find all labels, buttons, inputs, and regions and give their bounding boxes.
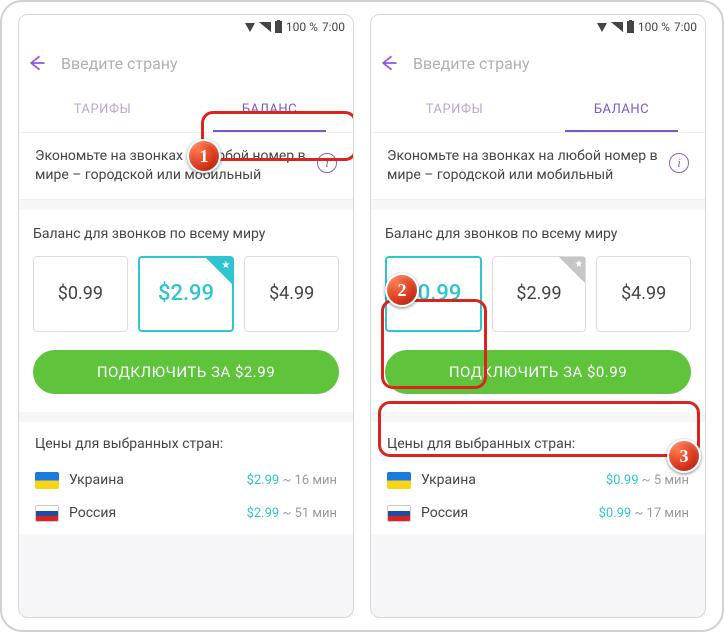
back-icon[interactable]	[27, 53, 47, 73]
price-option-2[interactable]: ★ $2.99	[138, 256, 235, 332]
info-text: Экономьте на звонках на любой номер в ми…	[387, 147, 659, 185]
phone-left: 100 % 7:00 Введите страну ТАРИФЫ БАЛАНС …	[18, 14, 354, 618]
balance-title: Баланс для звонков по всему миру	[33, 226, 339, 242]
flag-ua-icon	[35, 472, 59, 489]
country-price: $2.99 ~ 51 мин	[247, 506, 337, 521]
subscribe-label: ПОДКЛЮЧИТЬ ЗА $2.99	[97, 363, 275, 381]
info-text: Экономьте на звонках на любой номер в ми…	[35, 147, 307, 185]
country-price-hl: $0.99	[606, 473, 639, 488]
price-option-2[interactable]: ★ $2.99	[492, 256, 587, 332]
country-name: Украина	[421, 472, 596, 488]
country-row-ru[interactable]: Россия $2.99 ~ 51 мин	[35, 497, 337, 530]
tab-balance-label: БАЛАНС	[594, 102, 649, 117]
flag-ru-icon	[387, 505, 411, 522]
star-icon: ★	[221, 260, 230, 271]
search-input[interactable]: Введите страну	[61, 54, 178, 73]
info-icon[interactable]: i	[669, 153, 689, 173]
country-name: Украина	[69, 472, 237, 488]
search-input[interactable]: Введите страну	[413, 54, 530, 73]
countries-title: Цены для выбранных стран:	[387, 436, 689, 452]
back-icon[interactable]	[379, 53, 399, 73]
info-icon[interactable]: i	[317, 153, 337, 173]
info-card: Экономьте на звонках на любой номер в ми…	[371, 133, 705, 200]
battery-icon	[275, 21, 282, 33]
tab-plans-label: ТАРИФЫ	[74, 102, 132, 117]
tabs-row: ТАРИФЫ БАЛАНС	[371, 87, 705, 133]
battery-icon	[627, 21, 634, 33]
tab-balance-label: БАЛАНС	[242, 102, 297, 117]
top-bar: Введите страну	[371, 39, 705, 87]
country-name: Россия	[421, 505, 589, 521]
country-price: $2.99 ~ 16 мин	[247, 473, 337, 488]
flag-ua-icon	[387, 472, 411, 489]
countries-card: Цены для выбранных стран: Украина $2.99 …	[19, 422, 353, 534]
subscribe-button[interactable]: ПОДКЛЮЧИТЬ ЗА $0.99	[385, 350, 691, 394]
price-option-3[interactable]: $4.99	[596, 256, 691, 332]
price-row: $0.99 ★ $2.99 $4.99	[33, 256, 339, 332]
clock-text: 7:00	[674, 20, 697, 34]
price-option-1[interactable]: $0.99	[33, 256, 128, 332]
marker-3: 3	[667, 439, 701, 473]
battery-text: 100 %	[286, 20, 318, 34]
price-2-label: $2.99	[516, 283, 561, 304]
wifi-icon	[245, 23, 255, 32]
tabs-row: ТАРИФЫ БАЛАНС	[19, 87, 353, 133]
country-price-hl: $2.99	[247, 506, 280, 521]
marker-1: 1	[187, 139, 221, 173]
country-row-ua[interactable]: Украина $0.99 ~ 5 мин	[387, 464, 689, 497]
price-2-label: $2.99	[158, 281, 214, 306]
clock-text: 7:00	[322, 20, 345, 34]
phone-right: 100 % 7:00 Введите страну ТАРИФЫ БАЛАНС …	[370, 14, 706, 618]
country-price: $0.99 ~ 5 мин	[606, 473, 689, 488]
country-price-tail: ~ 5 мин	[639, 473, 689, 488]
tab-balance[interactable]: БАЛАНС	[186, 87, 353, 132]
price-3-label: $4.99	[621, 283, 666, 304]
countries-title: Цены для выбранных стран:	[35, 436, 337, 452]
signal-icon	[259, 22, 271, 32]
country-price-tail: ~ 16 мин	[279, 473, 337, 488]
subscribe-label: ПОДКЛЮЧИТЬ ЗА $0.99	[449, 363, 627, 381]
price-3-label: $4.99	[269, 283, 314, 304]
battery-text: 100 %	[638, 20, 670, 34]
subscribe-button[interactable]: ПОДКЛЮЧИТЬ ЗА $2.99	[33, 350, 339, 394]
country-row-ua[interactable]: Украина $2.99 ~ 16 мин	[35, 464, 337, 497]
flag-ru-icon	[35, 505, 59, 522]
status-bar: 100 % 7:00	[371, 15, 705, 39]
signal-icon	[611, 22, 623, 32]
marker-2: 2	[385, 273, 419, 307]
price-1-label: $0.99	[58, 283, 103, 304]
top-bar: Введите страну	[19, 39, 353, 87]
price-option-3[interactable]: $4.99	[244, 256, 339, 332]
country-name: Россия	[69, 505, 237, 521]
country-price-hl: $2.99	[247, 473, 280, 488]
wifi-icon	[597, 23, 607, 32]
tab-plans[interactable]: ТАРИФЫ	[19, 87, 186, 132]
balance-card: Баланс для звонков по всему миру $0.99 ★…	[371, 210, 705, 412]
phones-container: 100 % 7:00 Введите страну ТАРИФЫ БАЛАНС …	[18, 14, 706, 618]
balance-card: Баланс для звонков по всему миру $0.99 ★…	[19, 210, 353, 412]
status-bar: 100 % 7:00	[19, 15, 353, 39]
info-card: Экономьте на звонках на любой номер в ми…	[19, 133, 353, 200]
tab-plans[interactable]: ТАРИФЫ	[371, 87, 538, 132]
countries-card: Цены для выбранных стран: Украина $0.99 …	[371, 422, 705, 534]
country-row-ru[interactable]: Россия $0.99 ~ 17 мин	[387, 497, 689, 530]
country-price: $0.99 ~ 17 мин	[599, 506, 689, 521]
country-price-tail: ~ 17 мин	[631, 506, 689, 521]
price-row: $0.99 ★ $2.99 $4.99	[385, 256, 691, 332]
tab-balance[interactable]: БАЛАНС	[538, 87, 705, 132]
star-icon: ★	[574, 259, 583, 270]
tab-plans-label: ТАРИФЫ	[426, 102, 484, 117]
balance-title: Баланс для звонков по всему миру	[385, 226, 691, 242]
country-price-hl: $0.99	[599, 506, 632, 521]
country-price-tail: ~ 51 мин	[279, 506, 337, 521]
